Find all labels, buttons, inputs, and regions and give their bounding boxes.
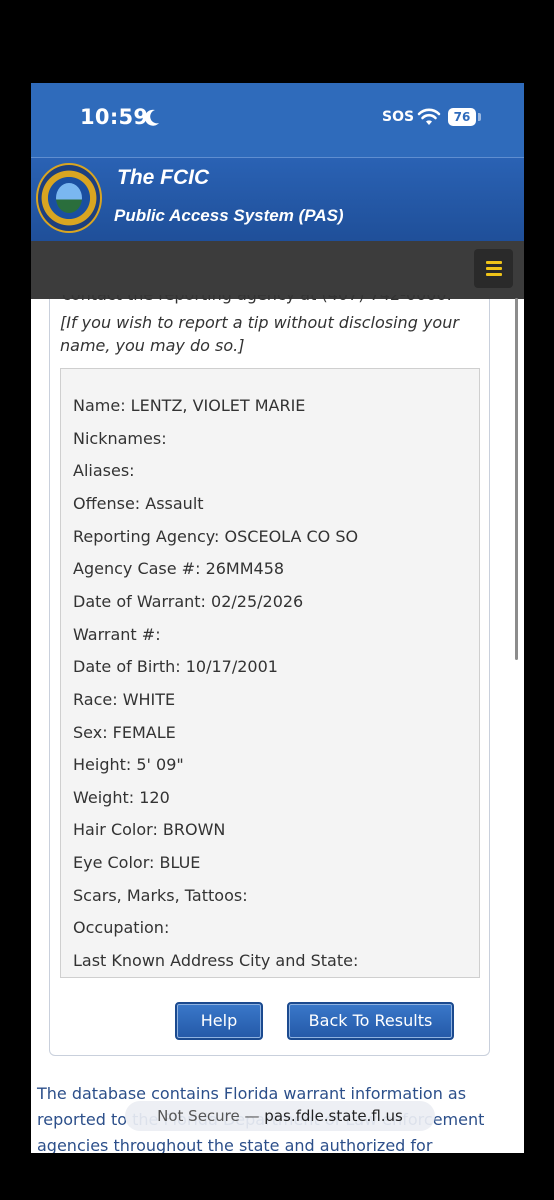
detail-occupation: Occupation: [73, 918, 170, 937]
security-label: Not Secure — [157, 1107, 260, 1125]
browser-viewport: 10:59 SOS 76 The FCIC Public Access Syst… [31, 83, 524, 1153]
moon-icon [144, 109, 159, 126]
battery-icon: 76 [448, 108, 476, 126]
detail-sex: Sex: FEMALE [73, 723, 176, 742]
seal-emblem [56, 183, 82, 213]
sos-indicator: SOS [382, 109, 415, 125]
browser-address-bar[interactable]: Not Secure — pas.fdle.state.fl.us [125, 1101, 435, 1131]
hamburger-menu-icon[interactable] [474, 249, 513, 288]
menu-bar-top [486, 261, 502, 264]
fdle-seal-logo[interactable] [36, 163, 102, 233]
anonymous-tip-note: [If you wish to report a tip without dis… [60, 313, 459, 355]
site-subtitle: Public Access System (PAS) [114, 206, 344, 225]
wifi-icon [417, 108, 441, 125]
menu-bar-bottom [486, 273, 502, 276]
detail-nicknames: Nicknames: [73, 429, 167, 448]
status-time: 10:59 [80, 105, 149, 129]
detail-eye-color: Eye Color: BLUE [73, 853, 201, 872]
warrant-details-box: Name: LENTZ, VIOLET MARIE Nicknames: Ali… [60, 368, 480, 978]
detail-height: Height: 5' 09" [73, 755, 184, 774]
site-title: The FCIC [117, 166, 210, 189]
detail-date-of-birth: Date of Birth: 10/17/2001 [73, 657, 278, 676]
detail-scars-marks-tattoos: Scars, Marks, Tattoos: [73, 886, 248, 905]
detail-offense: Offense: Assault [73, 494, 204, 513]
detail-date-of-warrant: Date of Warrant: 02/25/2026 [73, 592, 304, 611]
battery-nub [478, 113, 481, 121]
detail-name: Name: LENTZ, VIOLET MARIE [73, 396, 306, 415]
detail-agency-case: Agency Case #: 26MM458 [73, 559, 285, 578]
detail-hair-color: Hair Color: BROWN [73, 820, 226, 839]
detail-race: Race: WHITE [73, 690, 176, 709]
scrollbar[interactable] [515, 298, 518, 660]
site-header: The FCIC Public Access System (PAS) [31, 157, 524, 242]
detail-warrant-number: Warrant #: [73, 625, 161, 644]
url-text: pas.fdle.state.fl.us [264, 1107, 403, 1125]
menu-bar-middle [486, 267, 502, 270]
nav-bar [31, 241, 524, 299]
detail-weight: Weight: 120 [73, 788, 170, 807]
warrant-detail-card: contact the reporting agency at (407) 74… [49, 295, 490, 1056]
detail-aliases: Aliases: [73, 461, 135, 480]
detail-reporting-agency: Reporting Agency: OSCEOLA CO SO [73, 527, 359, 546]
help-button[interactable]: Help [175, 1002, 263, 1040]
status-bar: 10:59 SOS 76 [31, 83, 524, 157]
detail-last-known-address: Last Known Address City and State: [73, 951, 359, 970]
back-to-results-button[interactable]: Back To Results [287, 1002, 454, 1040]
